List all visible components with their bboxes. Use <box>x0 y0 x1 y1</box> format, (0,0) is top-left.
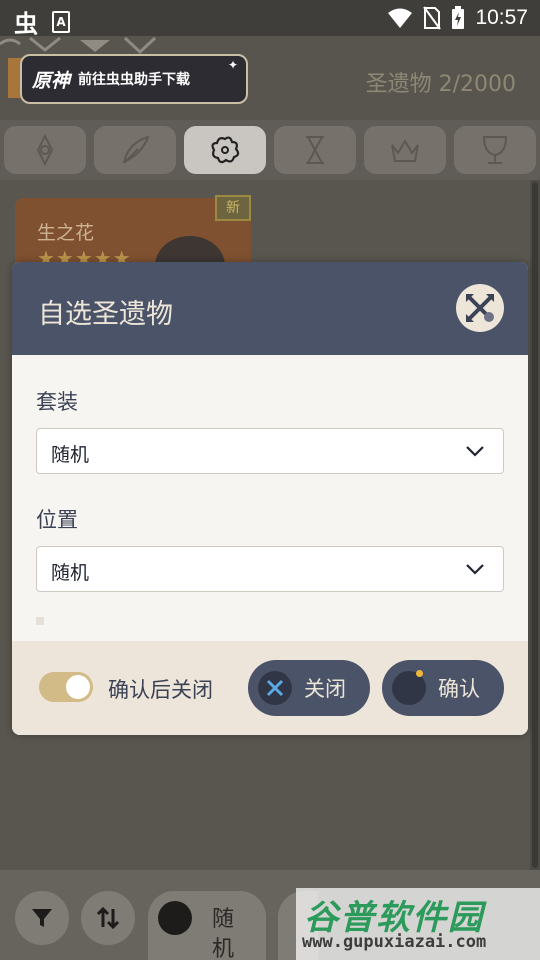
sort-button[interactable] <box>81 891 135 945</box>
set-label: 套装 <box>36 390 78 414</box>
confirm-button[interactable]: 确认 <box>382 660 504 716</box>
set-select-value: 随机 <box>51 444 90 466</box>
tab-flower[interactable] <box>184 126 266 174</box>
dialog-footer: 确认后关闭 关闭 确认 <box>12 641 528 735</box>
close-button-label: 关闭 <box>304 677 346 701</box>
artifact-type-tabs <box>0 120 540 180</box>
clock: 10:57 <box>475 6 528 29</box>
status-bar: 虫 A 10:57 <box>0 0 540 38</box>
tab-all[interactable] <box>4 126 86 174</box>
set-select[interactable]: 随机 <box>36 428 504 474</box>
tab-goblet[interactable] <box>454 126 536 174</box>
sparkle-icon: ✦ <box>227 58 238 72</box>
app-notification-icon: 虫 <box>14 10 38 38</box>
no-sim-icon <box>423 6 442 30</box>
chevron-down-icon <box>466 564 484 575</box>
circlet-icon <box>391 139 419 162</box>
dialog-body: 套装 随机 位置 随机 <box>12 355 528 641</box>
sands-icon <box>306 136 324 164</box>
header: 原神 前往虫虫助手下载 ✦ 圣遗物 2/2000 <box>0 36 540 120</box>
random-pill-button[interactable]: 随机 <box>148 891 266 960</box>
tab-circlet[interactable] <box>364 126 446 174</box>
watermark-url: www.gupuxiazai.com <box>302 932 487 952</box>
confirm-dot-icon <box>392 670 426 705</box>
close-after-confirm-toggle[interactable] <box>39 672 93 702</box>
plume-icon <box>123 135 150 164</box>
genshin-logo: 原神 <box>32 69 71 92</box>
toggle-label: 确认后关闭 <box>108 678 213 702</box>
goblet-icon <box>482 136 508 164</box>
battery-icon <box>452 6 465 29</box>
close-x-icon <box>258 671 292 705</box>
dialog-header: 自选圣遗物 <box>12 262 528 355</box>
close-icon <box>466 294 494 322</box>
position-select-value: 随机 <box>51 562 90 584</box>
chevron-down-icon <box>466 446 484 457</box>
dialog-title: 自选圣遗物 <box>38 299 173 330</box>
dialog-close-button[interactable] <box>456 284 504 332</box>
filter-button[interactable] <box>15 891 69 945</box>
sort-icon <box>96 906 120 930</box>
position-select[interactable]: 随机 <box>36 546 504 592</box>
random-label: 随机 <box>212 907 235 960</box>
wifi-icon <box>388 8 413 28</box>
divider-dot <box>36 617 44 625</box>
scrollbar-thumb[interactable] <box>532 182 538 868</box>
ornament-decoration <box>0 36 157 55</box>
random-dot-icon <box>158 901 192 935</box>
custom-artifact-dialog: 自选圣遗物 套装 随机 位置 随机 确认后关闭 关闭 确认 <box>12 262 528 735</box>
close-button[interactable]: 关闭 <box>248 660 370 716</box>
confirm-button-label: 确认 <box>438 677 480 701</box>
tab-plume[interactable] <box>94 126 176 174</box>
artifact-counter: 圣遗物 2/2000 <box>365 72 516 97</box>
watermark: 谷普软件园 www.gupuxiazai.com <box>296 888 540 960</box>
new-badge: 新 <box>215 195 251 221</box>
filter-icon <box>32 909 52 927</box>
a-notification-icon: A <box>52 10 70 33</box>
scrollbar[interactable] <box>530 180 540 870</box>
toggle-knob <box>66 675 90 699</box>
all-artifacts-icon <box>36 133 54 167</box>
download-banner[interactable]: 原神 前往虫虫助手下载 ✦ <box>20 54 248 104</box>
position-label: 位置 <box>36 508 78 532</box>
artifact-name: 生之花 <box>37 222 95 244</box>
flower-icon <box>211 136 240 164</box>
banner-text: 前往虫虫助手下载 <box>78 72 191 88</box>
tab-sands[interactable] <box>274 126 356 174</box>
